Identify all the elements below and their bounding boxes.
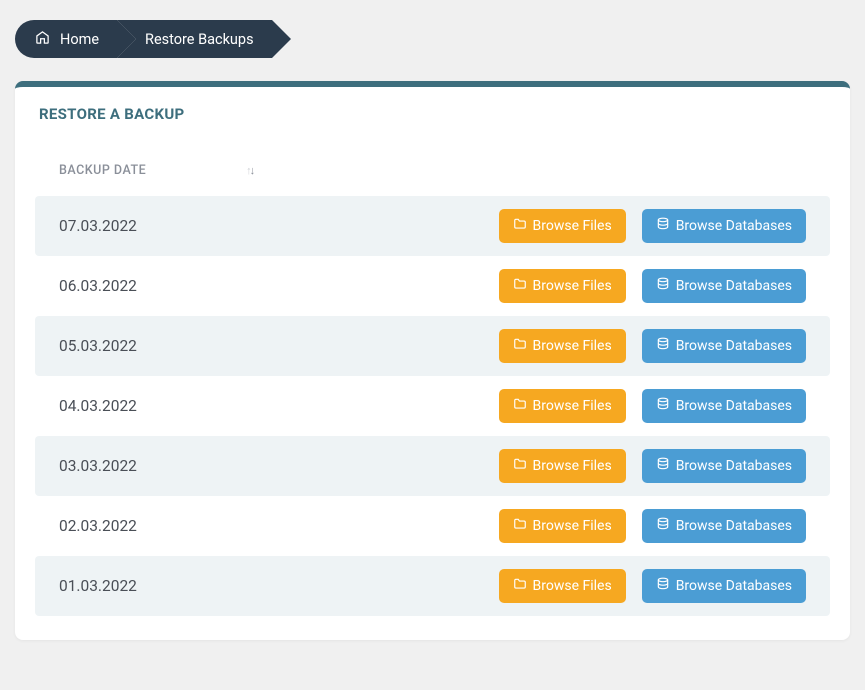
backup-date: 02.03.2022 — [59, 517, 137, 535]
folder-icon — [513, 517, 527, 535]
browse-databases-button[interactable]: Browse Databases — [642, 509, 806, 543]
database-icon — [656, 397, 670, 415]
browse-files-label: Browse Files — [533, 458, 612, 474]
sort-icon: ↑↓ — [246, 165, 253, 176]
backup-date: 06.03.2022 — [59, 277, 137, 295]
browse-databases-button[interactable]: Browse Databases — [642, 329, 806, 363]
backup-date: 01.03.2022 — [59, 577, 137, 595]
breadcrumb-home-label: Home — [60, 31, 99, 48]
backup-date: 03.03.2022 — [59, 457, 137, 475]
table-row: 06.03.2022 Browse Files Browse Databases — [35, 256, 830, 316]
browse-databases-button[interactable]: Browse Databases — [642, 389, 806, 423]
card: RESTORE A BACKUP BACKUP DATE ↑↓ 07.03.20… — [15, 81, 850, 640]
row-actions: Browse Files Browse Databases — [499, 269, 806, 303]
breadcrumb: Home Restore Backups — [0, 0, 865, 66]
browse-files-button[interactable]: Browse Files — [499, 329, 626, 363]
breadcrumb-current-label: Restore Backups — [145, 31, 254, 48]
table-row: 05.03.2022 Browse Files Browse Databases — [35, 316, 830, 376]
column-header-date-label: BACKUP DATE — [59, 163, 146, 178]
row-actions: Browse Files Browse Databases — [499, 449, 806, 483]
database-icon — [656, 457, 670, 475]
database-icon — [656, 577, 670, 595]
browse-files-button[interactable]: Browse Files — [499, 269, 626, 303]
browse-databases-label: Browse Databases — [676, 398, 792, 414]
browse-databases-label: Browse Databases — [676, 338, 792, 354]
folder-icon — [513, 337, 527, 355]
folder-icon — [513, 277, 527, 295]
row-actions: Browse Files Browse Databases — [499, 509, 806, 543]
table-header-row: BACKUP DATE ↑↓ — [35, 153, 830, 196]
browse-databases-button[interactable]: Browse Databases — [642, 449, 806, 483]
breadcrumb-home[interactable]: Home — [15, 20, 117, 58]
browse-databases-button[interactable]: Browse Databases — [642, 569, 806, 603]
backup-date: 04.03.2022 — [59, 397, 137, 415]
browse-files-label: Browse Files — [533, 338, 612, 354]
folder-icon — [513, 457, 527, 475]
folder-icon — [513, 577, 527, 595]
backup-date: 05.03.2022 — [59, 337, 137, 355]
browse-files-label: Browse Files — [533, 578, 612, 594]
table-row: 04.03.2022 Browse Files Browse Databases — [35, 376, 830, 436]
browse-files-label: Browse Files — [533, 398, 612, 414]
browse-files-button[interactable]: Browse Files — [499, 209, 626, 243]
browse-files-button[interactable]: Browse Files — [499, 389, 626, 423]
folder-icon — [513, 217, 527, 235]
row-actions: Browse Files Browse Databases — [499, 209, 806, 243]
card-title: RESTORE A BACKUP — [15, 87, 850, 135]
browse-databases-label: Browse Databases — [676, 278, 792, 294]
browse-databases-label: Browse Databases — [676, 458, 792, 474]
browse-databases-button[interactable]: Browse Databases — [642, 269, 806, 303]
database-icon — [656, 277, 670, 295]
browse-files-button[interactable]: Browse Files — [499, 569, 626, 603]
browse-databases-label: Browse Databases — [676, 578, 792, 594]
breadcrumb-current[interactable]: Restore Backups — [117, 20, 272, 58]
table-row: 07.03.2022 Browse Files Browse Databases — [35, 196, 830, 256]
database-icon — [656, 337, 670, 355]
browse-files-label: Browse Files — [533, 218, 612, 234]
backup-table: BACKUP DATE ↑↓ 07.03.2022Browse FilesBro… — [35, 153, 830, 616]
backup-date: 07.03.2022 — [59, 217, 137, 235]
row-actions: Browse Files Browse Databases — [499, 329, 806, 363]
database-icon — [656, 217, 670, 235]
row-actions: Browse Files Browse Databases — [499, 569, 806, 603]
table-row: 02.03.2022 Browse Files Browse Databases — [35, 496, 830, 556]
database-icon — [656, 517, 670, 535]
browse-databases-label: Browse Databases — [676, 218, 792, 234]
browse-files-label: Browse Files — [533, 278, 612, 294]
table-row: 01.03.2022 Browse Files Browse Databases — [35, 556, 830, 616]
browse-files-button[interactable]: Browse Files — [499, 449, 626, 483]
home-icon — [35, 30, 50, 49]
browse-files-label: Browse Files — [533, 518, 612, 534]
table-row: 03.03.2022 Browse Files Browse Databases — [35, 436, 830, 496]
column-header-date[interactable]: BACKUP DATE ↑↓ — [59, 163, 253, 178]
folder-icon — [513, 397, 527, 415]
browse-databases-label: Browse Databases — [676, 518, 792, 534]
row-actions: Browse Files Browse Databases — [499, 389, 806, 423]
browse-files-button[interactable]: Browse Files — [499, 509, 626, 543]
browse-databases-button[interactable]: Browse Databases — [642, 209, 806, 243]
